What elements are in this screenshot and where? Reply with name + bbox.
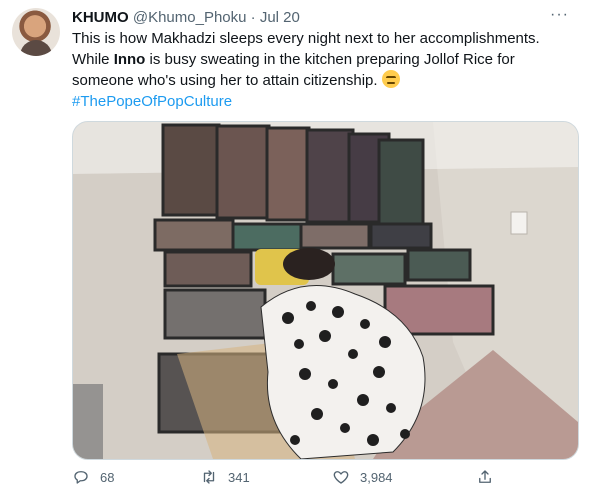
more-options-button[interactable]: ··· [550,6,569,24]
pensive-face-emoji [381,70,400,88]
tweet-header: KHUMO @Khumo_Phoku · Jul 20 [72,8,300,27]
like-button[interactable]: 3,984 [332,468,393,486]
hashtag-link[interactable]: #ThePopeOfPopCulture [72,93,232,110]
share-icon [479,470,491,483]
reply-count: 68 [100,469,115,485]
tweet-text-bold: Inno [113,51,146,68]
reply-icon [74,471,88,484]
header-separator: · [250,9,256,26]
author-handle[interactable]: @Khumo_Phoku [133,9,247,26]
photo-bedroom-floor [73,122,578,459]
avatar[interactable] [12,8,60,56]
tweet-photo[interactable] [72,121,579,460]
tweet-date[interactable]: Jul 20 [260,9,300,26]
like-count: 3,984 [360,469,393,485]
retweet-button[interactable]: 341 [200,468,250,486]
tweet-actions: 68 341 3,984 [72,468,512,492]
retweet-count: 341 [228,469,250,485]
retweet-icon [203,470,215,484]
author-name[interactable]: KHUMO [72,9,129,26]
heart-icon [333,471,349,484]
tweet-text: This is how Makhadzi sleeps every night … [72,28,572,112]
share-button[interactable] [476,468,494,486]
reply-button[interactable]: 68 [72,468,114,486]
